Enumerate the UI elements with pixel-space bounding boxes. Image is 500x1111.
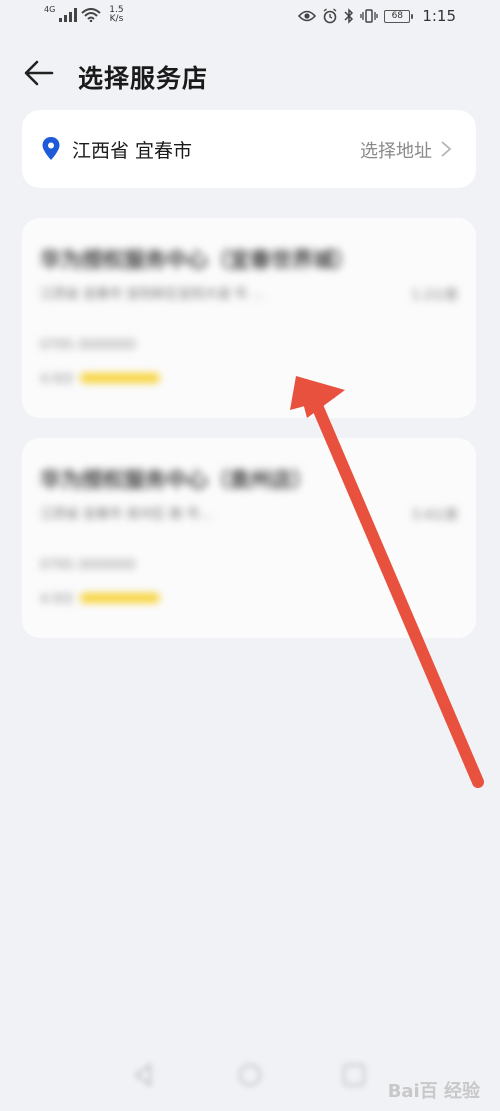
store-rating: 4.9分 <box>40 368 160 387</box>
store-distance: 1.2公里 <box>411 288 458 303</box>
current-region: 江西省 宜春市 <box>72 140 193 162</box>
alarm-icon <box>323 8 337 24</box>
store-rating: 4.9分 <box>40 588 160 607</box>
location-pin-icon <box>42 137 60 160</box>
store-name: 华为授权服务中心（宜春世界城） <box>40 248 355 272</box>
eye-icon <box>298 10 317 22</box>
store-phone: 0795-3000000 <box>40 558 136 573</box>
store-score: 4.9分 <box>40 592 74 607</box>
store-phone: 0795-3000000 <box>40 338 136 353</box>
store-distance: 3.4公里 <box>411 508 458 523</box>
select-address-link[interactable]: 选择地址 <box>360 137 432 163</box>
header: 选择服务店 <box>0 50 500 98</box>
chevron-right-icon <box>441 141 452 157</box>
location-selector[interactable]: 江西省 宜春市 选择地址 <box>22 110 476 188</box>
store-address: 江西省 宜春市 袁州区 路 号… <box>40 507 213 522</box>
baidu-watermark: Bai百 经验 <box>387 1081 480 1102</box>
network-speed: 1.5 K/s <box>109 6 123 24</box>
clock: 1:15 <box>422 7 456 25</box>
vibrate-icon <box>360 9 378 23</box>
wifi-icon <box>81 8 101 22</box>
nav-home-icon[interactable] <box>236 1061 264 1089</box>
network-type: 4G <box>44 5 56 14</box>
rating-stars-icon <box>79 372 160 383</box>
battery-indicator: 68 <box>384 9 414 23</box>
status-bar: 4G 1.5 K/s 68 1:15 <box>0 0 500 36</box>
signal-icon <box>59 8 78 22</box>
back-arrow-icon[interactable] <box>22 58 56 88</box>
store-name: 华为授权服务中心（袁州店） <box>40 468 313 492</box>
status-left: 4G 1.5 K/s <box>44 6 124 24</box>
speed-unit: K/s <box>109 14 124 24</box>
nav-recent-icon[interactable] <box>340 1061 368 1089</box>
store-card[interactable]: 华为授权服务中心（袁州店） 江西省 宜春市 袁州区 路 号… 3.4公里 079… <box>22 438 476 638</box>
store-score: 4.9分 <box>40 372 74 387</box>
nav-back-icon[interactable] <box>130 1061 158 1089</box>
store-address: 江西省 宜春市 宜阳新区宜阳大道 号 … <box>40 287 265 302</box>
page-title: 选择服务店 <box>78 64 209 93</box>
bluetooth-icon <box>344 8 354 24</box>
store-card[interactable]: 华为授权服务中心（宜春世界城） 江西省 宜春市 宜阳新区宜阳大道 号 … 1.2… <box>22 218 476 418</box>
rating-stars-icon <box>79 592 160 603</box>
status-right: 68 1:15 <box>298 7 456 25</box>
